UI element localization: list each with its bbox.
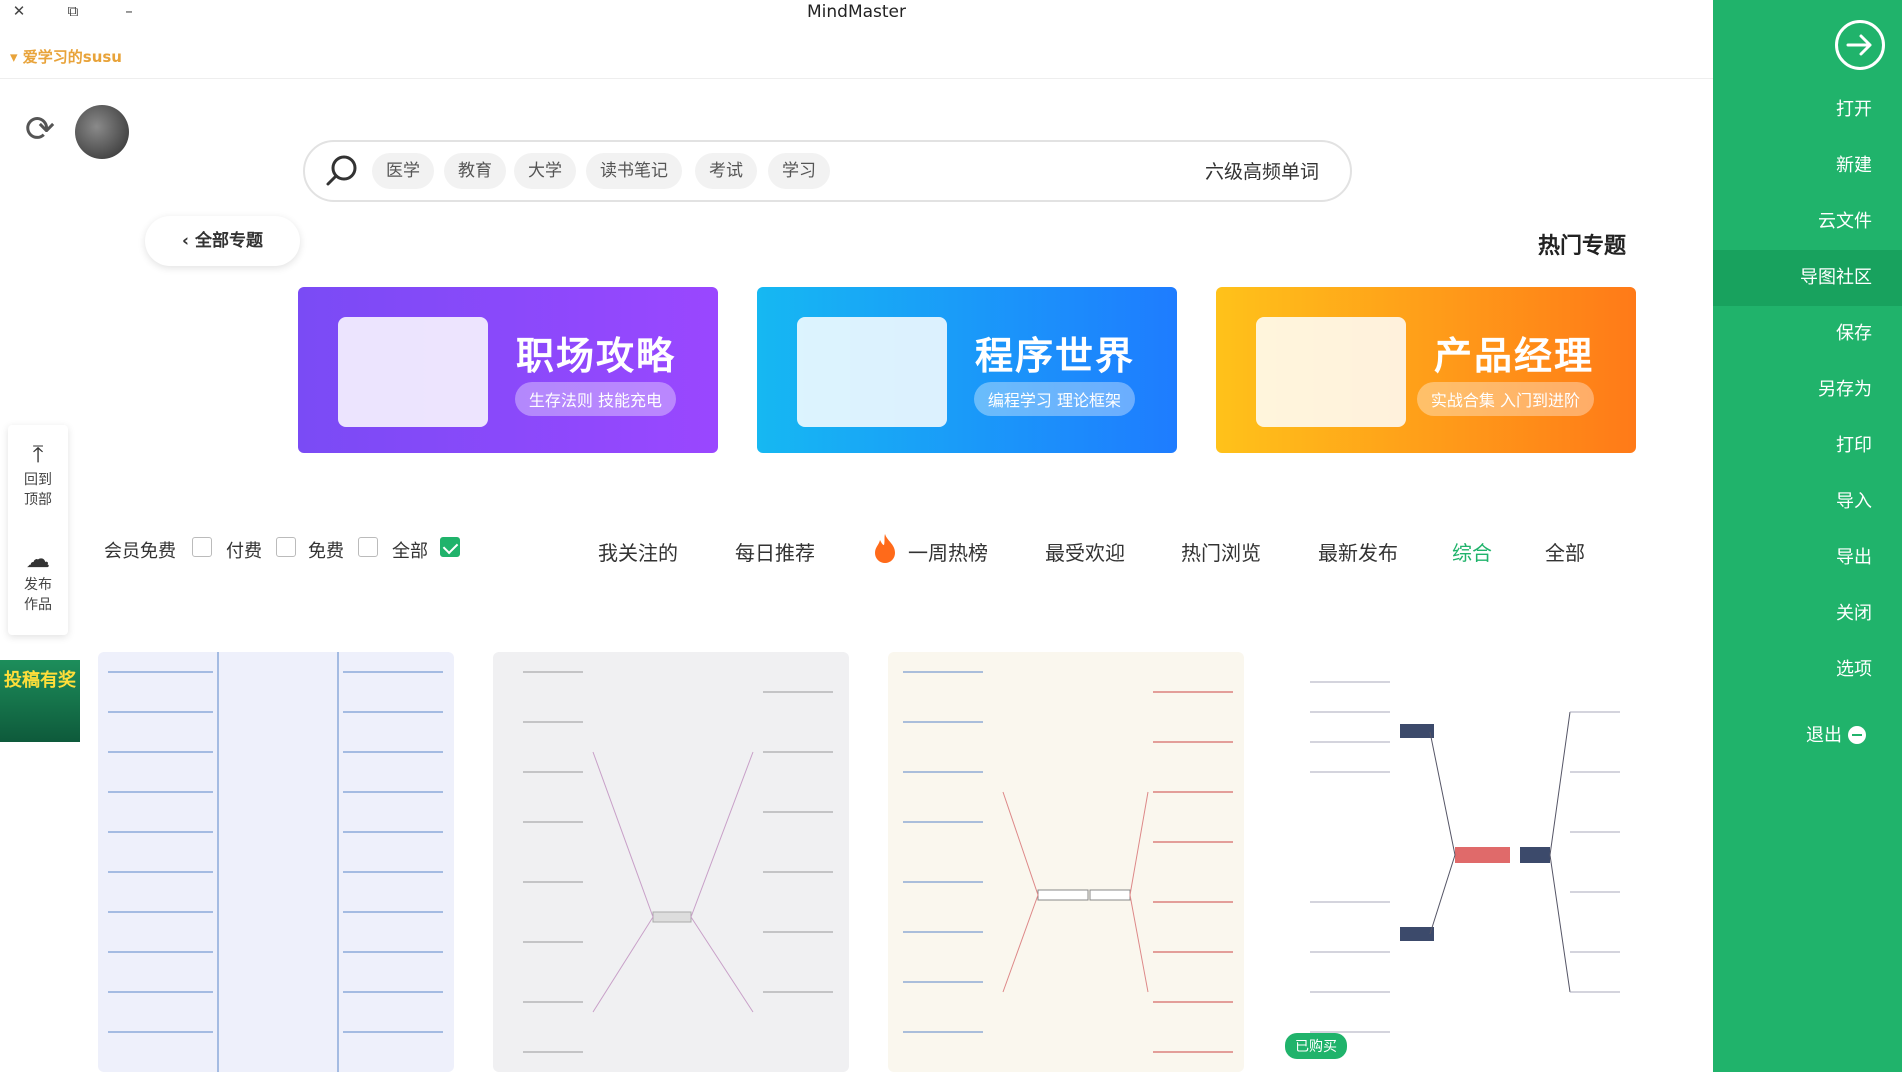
filter-paid-checkbox[interactable] — [276, 537, 296, 557]
search-tag[interactable]: 学习 — [768, 153, 830, 189]
mindmap-card[interactable] — [888, 652, 1244, 1072]
sidebar-item-save-as[interactable]: 另存为 — [1713, 362, 1902, 418]
restore-icon[interactable]: ⧉ — [62, 2, 84, 20]
sidebar-item-save[interactable]: 保存 — [1713, 306, 1902, 362]
search-tag[interactable]: 考试 — [695, 153, 757, 189]
mindmap-thumbnail — [523, 671, 833, 1053]
sidebar-item-close[interactable]: 关闭 — [1713, 586, 1902, 642]
mindmap-thumbnail — [903, 671, 1233, 1053]
sidebar-item-options[interactable]: 选项 — [1713, 642, 1902, 698]
tab-most-liked[interactable]: 最受欢迎 — [1045, 537, 1125, 566]
search-tag[interactable]: 医学 — [372, 153, 434, 189]
sidebar-item-cloud-files[interactable]: 云文件 — [1713, 194, 1902, 250]
minus-circle-icon — [1848, 726, 1866, 744]
tab-weekly-hot[interactable]: 一周热榜 — [908, 537, 988, 566]
laptop-illustration-icon — [1256, 317, 1406, 427]
mindmap-card[interactable] — [493, 652, 849, 1072]
sidebar-item-community[interactable]: 导图社区 — [1713, 250, 1902, 306]
promo-banner[interactable]: 投稿有奖 — [0, 660, 80, 742]
arrow-right-circle-icon[interactable] — [1835, 20, 1885, 70]
username: 爱学习的susu — [22, 48, 122, 66]
sidebar-item-exit[interactable]: 退出 — [1713, 708, 1902, 764]
all-topics-button[interactable]: ‹ 全部专题 — [145, 216, 300, 266]
cloud-upload-icon[interactable]: ☁ — [23, 545, 53, 575]
banner-subtitle: 编程学习 理论框架 — [973, 382, 1135, 416]
tab-comprehensive[interactable]: 综合 — [1452, 537, 1492, 566]
search-tag[interactable]: 大学 — [514, 153, 576, 189]
filter-free-label: 免费 — [308, 541, 344, 562]
search-input[interactable]: 六级高频单词 — [1205, 157, 1319, 184]
all-topics-label: 全部专题 — [194, 231, 263, 251]
back-to-top-icon[interactable]: ⤒ — [23, 440, 53, 470]
close-icon[interactable]: ✕ — [8, 2, 30, 20]
sidebar-item-open[interactable]: 打开 — [1713, 82, 1902, 138]
fire-icon — [872, 532, 898, 564]
sidebar-item-export[interactable]: 导出 — [1713, 530, 1902, 586]
tab-daily-pick[interactable]: 每日推荐 — [735, 537, 815, 566]
filter-member-free-checkbox[interactable] — [192, 537, 212, 557]
back-to-top-label[interactable]: 回到顶部 — [18, 470, 58, 510]
mindmap-card[interactable] — [1280, 652, 1636, 1072]
chevron-left-icon: ‹ — [182, 231, 195, 251]
purchased-badge: 已购买 — [1285, 1033, 1347, 1059]
minimize-icon[interactable]: – — [118, 2, 140, 20]
banner-title: 程序世界 — [974, 334, 1135, 378]
mindmap-thumbnail — [108, 652, 443, 1072]
filter-member-free-label: 会员免费 — [104, 541, 176, 562]
refresh-icon[interactable]: ⟳ — [20, 110, 60, 150]
sidebar-item-print[interactable]: 打印 — [1713, 418, 1902, 474]
topic-banner[interactable]: 产品经理 实战合集 入门到进阶 — [1216, 287, 1636, 453]
mindmap-card[interactable] — [98, 652, 454, 1072]
filter-free-checkbox[interactable] — [358, 537, 378, 557]
mindmap-thumbnail — [1310, 681, 1620, 1033]
code-window-illustration-icon — [797, 317, 947, 427]
banner-title: 产品经理 — [1433, 334, 1594, 378]
tab-latest[interactable]: 最新发布 — [1318, 537, 1398, 566]
sidebar-item-import[interactable]: 导入 — [1713, 474, 1902, 530]
search-tag[interactable]: 读书笔记 — [586, 153, 682, 189]
topic-banner[interactable]: 职场攻略 生存法则 技能充电 — [298, 287, 718, 453]
banner-title: 职场攻略 — [515, 334, 676, 378]
filter-paid-label: 付费 — [226, 541, 262, 562]
banner-subtitle: 实战合集 入门到进阶 — [1416, 382, 1594, 416]
topic-banner[interactable]: 程序世界 编程学习 理论框架 — [757, 287, 1177, 453]
chevron-down-icon: ▾ — [10, 48, 18, 66]
section-title: 热门专题 — [1538, 234, 1627, 259]
avatar[interactable] — [75, 105, 129, 159]
sidebar-item-new[interactable]: 新建 — [1713, 138, 1902, 194]
promo-text: 投稿有奖 — [4, 670, 76, 691]
search-icon[interactable] — [322, 150, 362, 190]
filter-all-checkbox[interactable] — [440, 537, 460, 557]
tab-popular-views[interactable]: 热门浏览 — [1181, 537, 1261, 566]
filter-all-label: 全部 — [392, 541, 428, 562]
search-tag[interactable]: 教育 — [444, 153, 506, 189]
chart-illustration-icon — [338, 317, 488, 427]
header-divider — [0, 78, 1713, 79]
publish-label[interactable]: 发布作品 — [18, 575, 58, 615]
window-title: MindMaster — [806, 2, 906, 22]
user-menu[interactable]: ▾ 爱学习的susu — [10, 46, 122, 67]
tab-all[interactable]: 全部 — [1545, 537, 1585, 566]
banner-subtitle: 生存法则 技能充电 — [514, 382, 676, 416]
tab-following[interactable]: 我关注的 — [598, 537, 678, 566]
